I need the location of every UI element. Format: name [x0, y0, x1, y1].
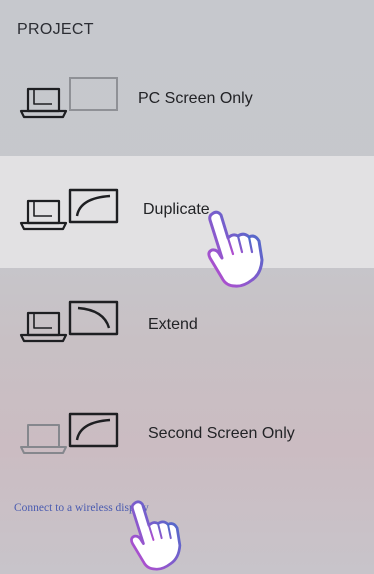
extend-icon: [19, 300, 119, 343]
option-extend[interactable]: Extend: [0, 268, 374, 380]
project-panel: PROJECT PC Screen Only Duplicate Extend …: [0, 0, 374, 574]
option-label: Duplicate: [143, 201, 210, 218]
option-pc-screen-only[interactable]: PC Screen Only: [0, 44, 374, 156]
option-label: Second Screen Only: [148, 425, 295, 442]
laptop-icon: [20, 424, 67, 454]
screen-icon: [68, 300, 119, 336]
option-duplicate[interactable]: Duplicate: [0, 156, 374, 268]
screen-icon: [68, 412, 119, 448]
option-label: Extend: [148, 316, 198, 333]
laptop-icon: [19, 311, 68, 343]
laptop-icon: [19, 87, 68, 119]
pc-screen-only-icon: [19, 77, 118, 119]
screen-icon: [68, 188, 119, 224]
option-label: PC Screen Only: [138, 90, 253, 107]
second-screen-only-icon: [20, 412, 119, 454]
duplicate-icon: [19, 188, 119, 231]
laptop-icon: [19, 199, 68, 231]
panel-title: PROJECT: [17, 21, 94, 38]
option-second-screen-only[interactable]: Second Screen Only: [0, 380, 374, 492]
connect-wireless-display-link[interactable]: Connect to a wireless display: [14, 502, 149, 514]
screen-blank-icon: [69, 77, 118, 111]
